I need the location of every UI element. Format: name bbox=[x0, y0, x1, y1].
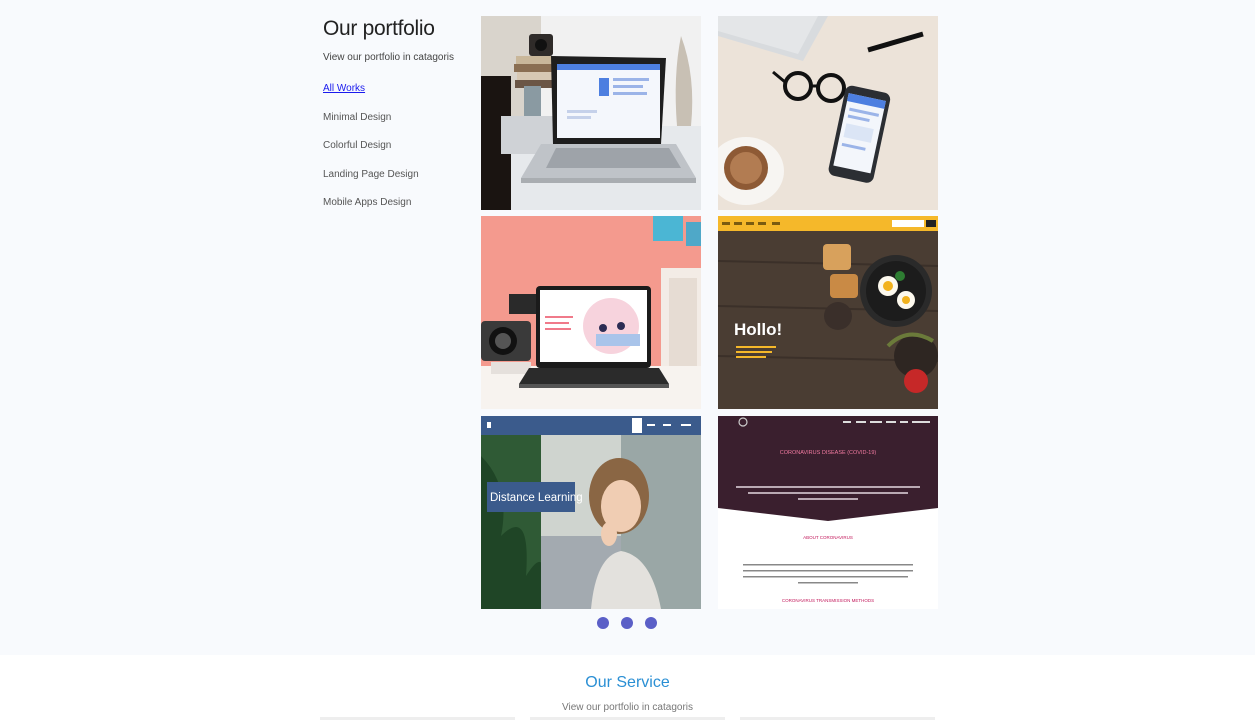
food-website-image: Hollo! bbox=[718, 216, 938, 409]
portfolio-title: Our portfolio bbox=[323, 17, 435, 40]
service-section: Our Service View our portfolio in catago… bbox=[0, 655, 1255, 720]
portfolio-section: Our portfolio View our portfolio in cata… bbox=[0, 0, 1255, 655]
category-list: All Works Minimal Design Colorful Design… bbox=[323, 82, 473, 210]
pager-dot-2[interactable] bbox=[621, 617, 633, 629]
corona-hero-text: CORONAVIRUS DISEASE (COVID-19) bbox=[780, 450, 877, 456]
pager-dot-1[interactable] bbox=[597, 617, 609, 629]
laptop-pink-image bbox=[481, 216, 701, 409]
portfolio-pager bbox=[597, 617, 657, 629]
portfolio-item-distance-learning[interactable]: Distance Learning bbox=[481, 416, 701, 609]
category-mobile-apps-design[interactable]: Mobile Apps Design bbox=[323, 196, 473, 210]
portfolio-subtitle: View our portfolio in catagoris bbox=[323, 52, 454, 63]
phone-coffee-image bbox=[718, 16, 938, 210]
portfolio-item-food-website[interactable]: Hollo! bbox=[718, 216, 938, 409]
portfolio-item-laptop-pink[interactable] bbox=[481, 216, 701, 409]
portfolio-item-coronavirus[interactable]: CORONAVIRUS DISEASE (COVID-19) ABOUT COR… bbox=[718, 416, 938, 609]
distance-learning-hero-text: Distance Learning bbox=[490, 492, 583, 504]
category-minimal-design[interactable]: Minimal Design bbox=[323, 111, 473, 125]
category-colorful-design[interactable]: Colorful Design bbox=[323, 139, 473, 153]
category-landing-page-design[interactable]: Landing Page Design bbox=[323, 168, 473, 182]
laptop-desk-image bbox=[481, 16, 701, 210]
pager-dot-3[interactable] bbox=[645, 617, 657, 629]
service-subtitle: View our portfolio in catagoris bbox=[562, 702, 693, 713]
category-all-works[interactable]: All Works bbox=[323, 82, 473, 96]
coronavirus-website-image: CORONAVIRUS DISEASE (COVID-19) ABOUT COR… bbox=[718, 416, 938, 609]
corona-about-text: ABOUT CORONAVIRUS bbox=[803, 535, 853, 540]
food-hero-text: Hollo! bbox=[734, 320, 782, 339]
portfolio-item-phone-coffee[interactable] bbox=[718, 16, 938, 210]
service-title: Our Service bbox=[585, 674, 670, 691]
corona-footer-text: CORONAVIRUS TRANSMISSION METHODS bbox=[782, 598, 874, 603]
portfolio-sidebar: Our portfolio View our portfolio in cata… bbox=[323, 16, 473, 225]
distance-learning-image: Distance Learning bbox=[481, 416, 701, 609]
portfolio-item-laptop-desk[interactable] bbox=[481, 16, 701, 210]
